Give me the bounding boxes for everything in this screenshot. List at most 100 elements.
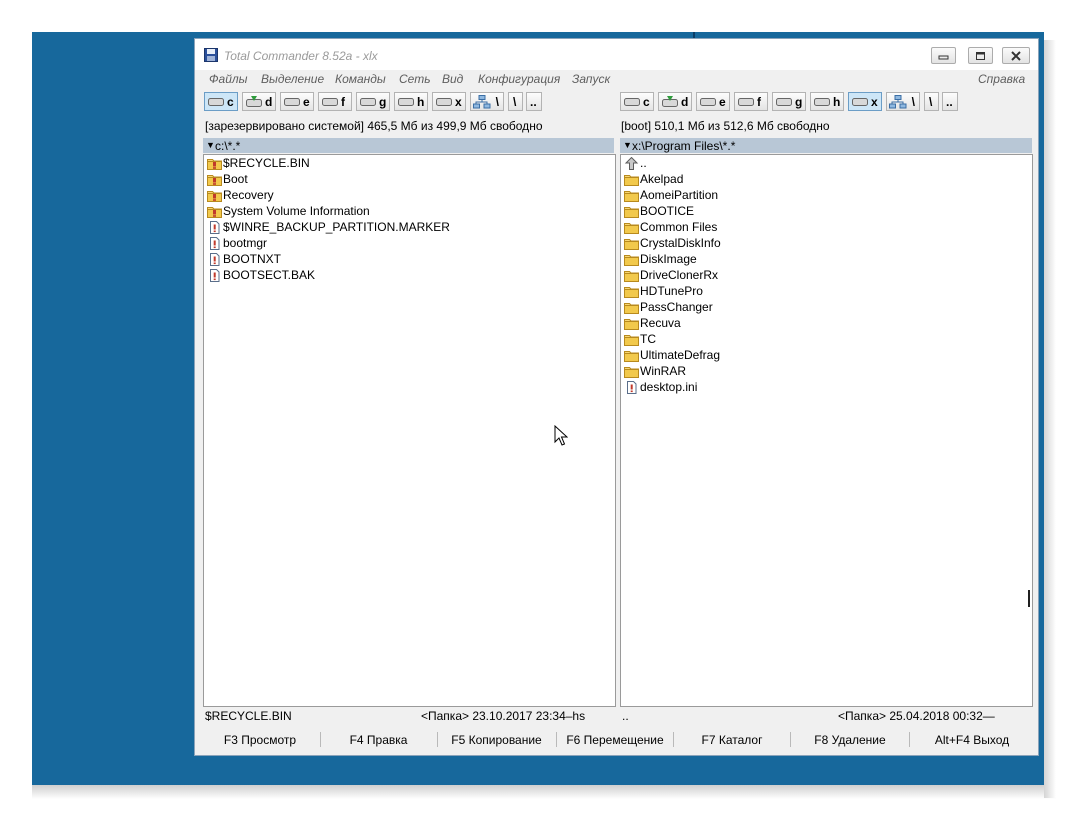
file-name: BOOTSECT.BAK xyxy=(223,268,316,282)
system-file-icon xyxy=(207,221,222,234)
menu-network[interactable]: Сеть xyxy=(399,72,431,86)
right-drive-f-button[interactable]: f xyxy=(734,92,768,111)
file-name: Recovery xyxy=(223,188,274,202)
f4-edit-button[interactable]: F4 Правка xyxy=(321,731,436,749)
right-free-space-info: [boot] 510,1 Мб из 512,6 Мб свободно xyxy=(621,119,830,133)
left-status-name: $RECYCLE.BIN xyxy=(205,709,292,723)
left-drive-d-button[interactable]: d xyxy=(242,92,276,111)
left-status-info: <Папка> 23.10.2017 23:34–hs xyxy=(421,709,586,723)
left-drive-x-button[interactable]: x xyxy=(432,92,466,111)
f5-copy-button[interactable]: F5 Копирование xyxy=(438,731,555,749)
file-name: PassChanger xyxy=(640,300,713,314)
right-up-button[interactable]: .. xyxy=(942,92,958,111)
system-file-icon xyxy=(207,269,222,282)
menu-selection[interactable]: Выделение xyxy=(261,72,324,86)
left-network-button[interactable]: \ xyxy=(470,92,504,111)
history-dropdown-icon[interactable]: ▼ xyxy=(623,140,632,150)
folder-icon xyxy=(624,285,639,298)
file-name: System Volume Information xyxy=(223,204,370,218)
network-icon xyxy=(473,95,491,109)
system-folder-icon xyxy=(207,173,222,186)
menu-launch[interactable]: Запуск xyxy=(572,72,610,86)
usb-drive-icon xyxy=(246,96,262,107)
file-name: .. xyxy=(640,156,647,170)
function-key-bar: F3 Просмотр F4 Правка F5 Копирование F6 … xyxy=(195,727,1038,751)
right-status-info: <Папка> 25.04.2018 00:32— xyxy=(838,709,995,723)
file-name: DiskImage xyxy=(640,252,697,266)
right-path-text: x:\Program Files\*.* xyxy=(632,139,736,153)
file-name: CrystalDiskInfo xyxy=(640,236,721,250)
close-button[interactable] xyxy=(1002,47,1030,64)
drive-icon xyxy=(398,98,414,106)
f6-move-button[interactable]: F6 Перемещение xyxy=(557,731,673,749)
system-folder-icon xyxy=(207,157,222,170)
left-up-button[interactable]: .. xyxy=(526,92,542,111)
screenshot-shadow-right xyxy=(1044,40,1056,798)
minimize-button[interactable] xyxy=(931,47,956,64)
resize-edge-marker xyxy=(1028,590,1030,607)
right-drive-d-button[interactable]: d xyxy=(658,92,692,111)
menu-configuration[interactable]: Конфигурация xyxy=(478,72,560,86)
right-network-button[interactable]: \ xyxy=(886,92,920,111)
alt-f4-exit-button[interactable]: Alt+F4 Выход xyxy=(910,731,1034,749)
file-name: BOOTICE xyxy=(640,204,695,218)
title-bar[interactable]: Total Commander 8.52a - xlx xyxy=(195,39,1038,70)
menu-files[interactable]: Файлы xyxy=(209,72,247,86)
close-icon xyxy=(1011,51,1021,61)
left-drive-c-button[interactable]: c xyxy=(204,92,238,111)
menu-help[interactable]: Справка xyxy=(978,72,1025,86)
file-name: DriveClonerRx xyxy=(640,268,719,282)
f7-mkdir-button[interactable]: F7 Каталог xyxy=(674,731,790,749)
drive-icon xyxy=(776,98,792,106)
screenshot-shadow-bottom xyxy=(32,785,1056,799)
file-name: UltimateDefrag xyxy=(640,348,721,362)
right-drive-g-button[interactable]: g xyxy=(772,92,806,111)
right-drive-h-button[interactable]: h xyxy=(810,92,844,111)
drive-icon xyxy=(814,98,830,106)
left-drive-h-button[interactable]: h xyxy=(394,92,428,111)
drive-icon xyxy=(208,98,224,106)
maximize-icon xyxy=(976,52,985,60)
drive-icon xyxy=(738,98,754,106)
file-name: bootmgr xyxy=(223,236,268,250)
right-file-panel[interactable]: .. Akelpad AomeiPartition BOOTICE Common Fil… xyxy=(620,154,1033,707)
file-name: Recuva xyxy=(640,316,681,330)
left-path-bar[interactable]: ▼ c:\*.* xyxy=(203,138,614,153)
maximize-button[interactable] xyxy=(968,47,993,64)
history-dropdown-icon[interactable]: ▼ xyxy=(206,140,215,150)
menu-bar: Файлы Выделение Команды Сеть Вид Конфигу… xyxy=(195,70,1038,88)
folder-icon xyxy=(624,269,639,282)
menu-view[interactable]: Вид xyxy=(442,72,463,86)
file-name: $WINRE_BACKUP_PARTITION.MARKER xyxy=(223,220,450,234)
drive-icon xyxy=(284,98,300,106)
file-name: HDTunePro xyxy=(640,284,703,298)
file-name: BOOTNXT xyxy=(223,252,282,266)
right-drive-c-button[interactable]: c xyxy=(620,92,654,111)
menu-commands[interactable]: Команды xyxy=(335,72,386,86)
left-drive-g-button[interactable]: g xyxy=(356,92,390,111)
system-file-icon xyxy=(207,237,222,250)
total-commander-window: Total Commander 8.52a - xlx Файлы Выделе… xyxy=(194,38,1039,756)
drive-icon xyxy=(322,98,338,106)
right-root-button[interactable]: \ xyxy=(924,92,939,111)
left-drive-e-button[interactable]: e xyxy=(280,92,314,111)
system-file-icon xyxy=(624,381,639,394)
left-path-text: c:\*.* xyxy=(215,139,241,153)
file-name: Boot xyxy=(223,172,248,186)
left-drive-f-button[interactable]: f xyxy=(318,92,352,111)
right-drive-e-button[interactable]: e xyxy=(696,92,730,111)
f3-view-button[interactable]: F3 Просмотр xyxy=(201,731,319,749)
right-drive-x-button[interactable]: x xyxy=(848,92,882,111)
right-path-bar[interactable]: ▼ x:\Program Files\*.* xyxy=(620,138,1032,153)
left-root-button[interactable]: \ xyxy=(508,92,523,111)
file-name: $RECYCLE.BIN xyxy=(223,156,310,170)
drive-icon xyxy=(436,98,452,106)
file-name: TC xyxy=(640,332,656,346)
file-name: WinRAR xyxy=(640,364,687,378)
file-name: desktop.ini xyxy=(640,380,698,394)
system-folder-icon xyxy=(207,189,222,202)
folder-icon xyxy=(624,237,639,250)
f8-delete-button[interactable]: F8 Удаление xyxy=(791,731,909,749)
mouse-pointer-icon xyxy=(554,425,568,446)
file-name: Akelpad xyxy=(640,172,684,186)
